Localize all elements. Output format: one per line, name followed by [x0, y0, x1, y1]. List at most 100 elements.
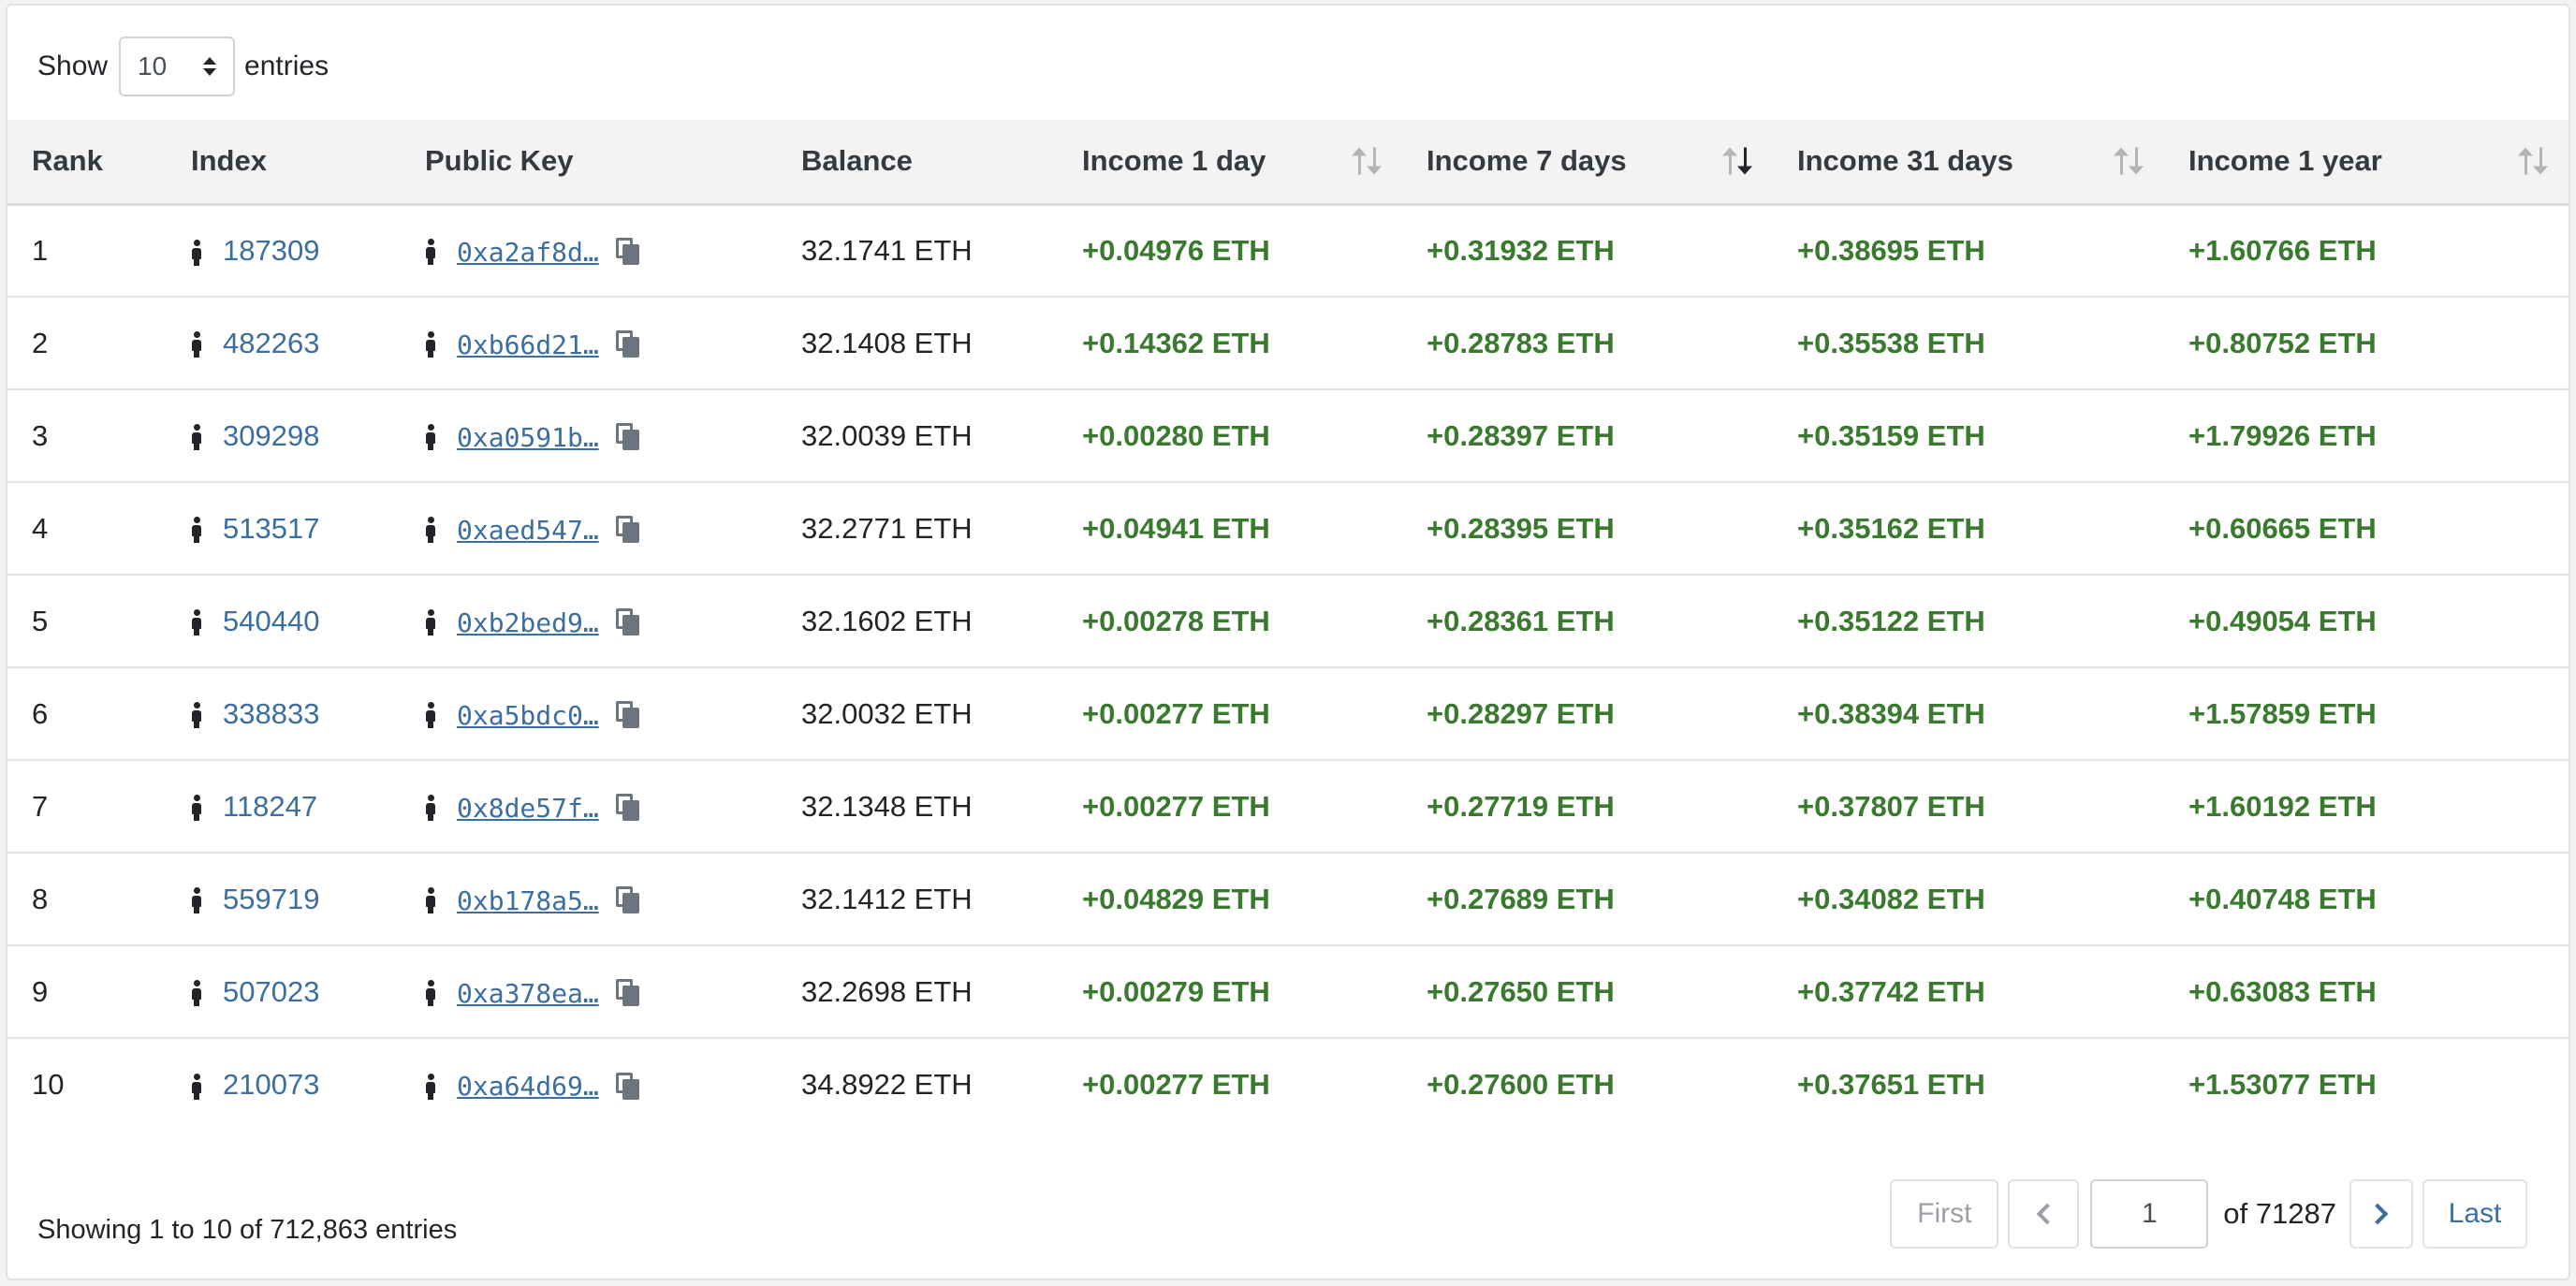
public-key-cell: 0xa2af8d…: [401, 204, 777, 297]
person-icon: [191, 1073, 202, 1100]
first-page-button[interactable]: First: [1890, 1179, 1999, 1249]
income-1-year-cell: +1.60192 ETH: [2188, 789, 2377, 823]
page-number-input[interactable]: 1: [2090, 1179, 2209, 1249]
next-page-button[interactable]: [2349, 1179, 2413, 1249]
validator-index-link[interactable]: 482263: [223, 327, 319, 359]
person-icon: [191, 795, 202, 822]
public-key-link[interactable]: 0xb178a5…: [457, 885, 608, 916]
rank-cell: 4: [32, 511, 49, 545]
table-row: 4 513517 0xaed547… 32.2771 ETH +0.04941 ETH +…: [7, 482, 2569, 575]
income-1-year-cell: +0.63083 ETH: [2188, 974, 2377, 1008]
sort-arrows-icon: [2518, 147, 2548, 175]
validator-index-link[interactable]: 187309: [223, 234, 319, 267]
public-key-link[interactable]: 0xaed547…: [457, 515, 608, 546]
person-icon: [191, 331, 202, 358]
person-icon: [425, 239, 436, 266]
table-row: 9 507023 0xa378ea… 32.2698 ETH +0.00279 ETH +…: [7, 945, 2569, 1038]
entries-per-page-select[interactable]: 10: [119, 37, 236, 96]
validator-index-link[interactable]: 513517: [223, 512, 319, 545]
person-icon: [425, 795, 436, 822]
person-icon: [425, 424, 436, 451]
copy-icon[interactable]: [616, 608, 640, 636]
income-31-days-cell: +0.37742 ETH: [1797, 974, 1985, 1008]
copy-icon[interactable]: [616, 701, 640, 729]
table-row: 5 540440 0xb2bed9… 32.1602 ETH +0.00278 ETH +…: [7, 575, 2569, 667]
index-cell: 187309: [167, 204, 401, 297]
validator-index-link[interactable]: 210073: [223, 1068, 319, 1101]
income-7-days-cell: +0.28783 ETH: [1427, 326, 1615, 359]
copy-icon[interactable]: [616, 794, 640, 822]
person-icon: [191, 609, 202, 636]
public-key-cell: 0xb2bed9…: [401, 575, 777, 667]
validator-index-link[interactable]: 309298: [223, 419, 319, 452]
balance-cell: 32.1348 ETH: [801, 789, 973, 823]
table-row: 2 482263 0xb66d21… 32.1408 ETH +0.14362 ETH +…: [7, 297, 2569, 389]
balance-cell: 32.0032 ETH: [801, 696, 973, 730]
column-header-income-7-days[interactable]: Income 7 days: [1402, 120, 1773, 204]
balance-cell: 32.1741 ETH: [801, 233, 973, 267]
income-1-day-cell: +0.00278 ETH: [1082, 604, 1270, 637]
public-key-link[interactable]: 0xa64d69…: [457, 1071, 608, 1102]
public-key-link[interactable]: 0xa378ea…: [457, 978, 608, 1009]
validator-index-link[interactable]: 559719: [223, 883, 319, 915]
person-icon: [425, 331, 436, 358]
income-31-days-cell: +0.34082 ETH: [1797, 882, 1985, 915]
copy-icon[interactable]: [616, 1072, 640, 1101]
last-page-button[interactable]: Last: [2422, 1179, 2527, 1249]
income-1-year-cell: +1.57859 ETH: [2188, 696, 2377, 730]
income-1-year-cell: +1.53077 ETH: [2188, 1068, 2377, 1101]
index-cell: 118247: [167, 760, 401, 853]
public-key-cell: 0xb66d21…: [401, 297, 777, 389]
person-icon: [425, 1073, 436, 1100]
income-31-days-cell: +0.38394 ETH: [1797, 696, 1985, 730]
person-icon: [425, 609, 436, 636]
balance-cell: 32.1408 ETH: [801, 326, 973, 359]
income-1-year-cell: +0.80752 ETH: [2188, 326, 2377, 359]
index-cell: 540440: [167, 575, 401, 667]
sort-arrows-icon: [2114, 147, 2144, 175]
validator-index-link[interactable]: 118247: [223, 790, 317, 823]
column-header-income-31-days[interactable]: Income 31 days: [1773, 120, 2164, 204]
copy-icon[interactable]: [616, 423, 640, 451]
pagination: First 1 of 71287 Last: [1881, 1179, 2527, 1249]
column-header-income-1-year[interactable]: Income 1 year: [2164, 120, 2569, 204]
column-header-income-1-day[interactable]: Income 1 day: [1058, 120, 1402, 204]
income-1-day-cell: +0.00280 ETH: [1082, 418, 1270, 452]
public-key-link[interactable]: 0xb66d21…: [457, 329, 608, 360]
chevron-left-icon: [2036, 1203, 2058, 1225]
table-row: 8 559719 0xb178a5… 32.1412 ETH +0.04829 ETH +…: [7, 853, 2569, 945]
copy-icon[interactable]: [616, 330, 640, 358]
column-header-rank: Rank: [32, 144, 103, 178]
public-key-link[interactable]: 0xa2af8d…: [457, 237, 608, 268]
index-cell: 513517: [167, 482, 401, 575]
copy-icon[interactable]: [616, 238, 640, 266]
income-1-day-cell: +0.14362 ETH: [1082, 326, 1270, 359]
table-header-row: Rank Index Public Key Balance Income 1 d…: [7, 120, 2569, 204]
table-row: 3 309298 0xa0591b… 32.0039 ETH +0.00280 ETH +…: [7, 389, 2569, 482]
public-key-link[interactable]: 0x8de57f…: [457, 793, 608, 824]
person-icon: [191, 424, 202, 451]
copy-icon[interactable]: [616, 886, 640, 914]
validator-table: Rank Index Public Key Balance Income 1 d…: [7, 120, 2569, 1131]
income-1-day-cell: +0.04941 ETH: [1082, 511, 1270, 545]
index-cell: 210073: [167, 1038, 401, 1131]
previous-page-button[interactable]: [2008, 1179, 2080, 1249]
table-body: 1 187309 0xa2af8d… 32.1741 ETH +0.04976 ETH +…: [7, 204, 2569, 1131]
income-31-days-cell: +0.35538 ETH: [1797, 326, 1985, 359]
copy-icon[interactable]: [616, 516, 640, 544]
rank-cell: 8: [32, 882, 49, 915]
public-key-link[interactable]: 0xb2bed9…: [457, 607, 608, 638]
validator-index-link[interactable]: 540440: [223, 605, 319, 637]
public-key-link[interactable]: 0xa0591b…: [457, 422, 608, 453]
validator-index-link[interactable]: 507023: [223, 975, 319, 1008]
person-icon: [191, 887, 202, 914]
column-header-balance: Balance: [801, 144, 913, 178]
income-7-days-cell: +0.27719 ETH: [1427, 789, 1615, 823]
copy-icon[interactable]: [616, 979, 640, 1007]
income-1-day-cell: +0.00277 ETH: [1082, 1068, 1270, 1101]
table-row: 1 187309 0xa2af8d… 32.1741 ETH +0.04976 ETH +…: [7, 204, 2569, 297]
column-header-public-key: Public Key: [425, 144, 574, 178]
person-icon: [191, 517, 202, 544]
validator-index-link[interactable]: 338833: [223, 697, 319, 730]
public-key-link[interactable]: 0xa5bdc0…: [457, 700, 608, 731]
